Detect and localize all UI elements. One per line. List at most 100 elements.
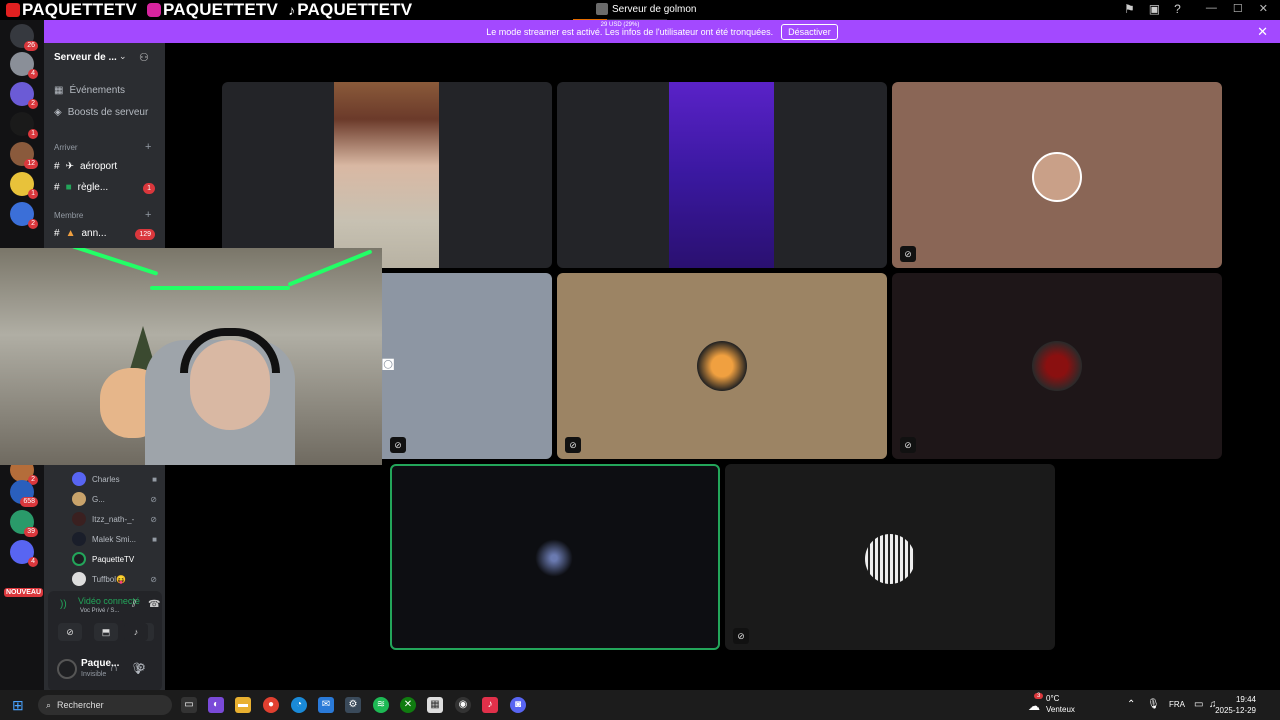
- avatar: [1032, 341, 1082, 391]
- server-icon[interactable]: 4: [10, 52, 38, 79]
- chevron-down-icon[interactable]: ⌄: [119, 51, 127, 62]
- mute-icon: ⊘: [565, 437, 581, 453]
- store-icon[interactable]: ▦: [427, 697, 443, 713]
- disable-streamer-mode-button[interactable]: Désactiver: [781, 23, 838, 40]
- server-icon[interactable]: 4: [10, 540, 38, 567]
- channel-item[interactable]: # ✈ aéroport: [54, 161, 117, 172]
- file-explorer-icon[interactable]: ▬: [235, 697, 251, 713]
- video-tile[interactable]: ⊘: [557, 273, 887, 459]
- voice-user[interactable]: Malek Smi... ■: [72, 532, 157, 546]
- video-tile[interactable]: ⊘: [892, 82, 1222, 268]
- clock[interactable]: 19:44 2025-12-29: [1215, 694, 1256, 716]
- mute-icon: ⊘: [150, 574, 157, 584]
- weather-icon[interactable]: ☁: [1028, 699, 1040, 713]
- streamer-mode-banner: Le mode streamer est activé. Les infos d…: [44, 20, 1280, 43]
- chrome-icon[interactable]: ●: [263, 697, 279, 713]
- signal-icon: )): [60, 599, 67, 610]
- invite-icon[interactable]: ⚇: [139, 51, 149, 64]
- voice-user[interactable]: Tuffbol😝 ⊘: [72, 572, 157, 586]
- server-icon[interactable]: 658: [10, 480, 38, 507]
- video-tile[interactable]: ⊘: [892, 273, 1222, 459]
- outlook-icon[interactable]: ✉: [318, 697, 334, 713]
- check-icon: ■: [65, 182, 72, 193]
- taskbar-search[interactable]: ⌕ Rechercher: [38, 695, 172, 715]
- disconnect-icon[interactable]: ☎: [148, 599, 160, 610]
- close-icon[interactable]: ✕: [1257, 24, 1268, 40]
- language-indicator[interactable]: FRA: [1169, 700, 1185, 709]
- megaphone-icon: ▲: [65, 228, 76, 239]
- server-icon: [596, 3, 608, 15]
- airplane-icon: ✈: [65, 161, 74, 172]
- voice-user[interactable]: Charles ■: [72, 472, 157, 486]
- close-icon[interactable]: ✕: [1259, 2, 1268, 15]
- channel-item[interactable]: # ▲ ann...: [54, 228, 107, 239]
- server-icon[interactable]: 1: [10, 172, 38, 199]
- channel-item[interactable]: # ■ règle...: [54, 182, 108, 193]
- voice-status[interactable]: Vidéo connecté: [78, 596, 140, 606]
- server-icon[interactable]: 26: [10, 24, 38, 51]
- server-icon[interactable]: 2: [10, 82, 38, 109]
- sidebar-item-boosts[interactable]: ◈ Boosts de serveur: [54, 107, 148, 118]
- add-channel-icon[interactable]: +: [145, 209, 151, 221]
- server-icon[interactable]: 39: [10, 510, 38, 537]
- window-title: Serveur de golmon: [596, 3, 697, 15]
- edge-icon[interactable]: ◔: [291, 697, 307, 713]
- server-icon[interactable]: 2: [10, 202, 38, 229]
- video-tile[interactable]: [222, 82, 552, 268]
- server-icon[interactable]: 12: [10, 142, 38, 169]
- sidebar-item-events[interactable]: ▦ Événements: [54, 85, 125, 96]
- category-member[interactable]: Membre: [54, 211, 83, 220]
- minimize-icon[interactable]: —: [1206, 2, 1217, 15]
- soundboard-button[interactable]: ♪: [124, 623, 148, 641]
- voice-channel[interactable]: Voc Privé / S...: [80, 608, 119, 614]
- spotify-icon[interactable]: ≋: [373, 697, 389, 713]
- server-icon[interactable]: 1: [10, 112, 38, 139]
- led-strip: [150, 286, 290, 290]
- participant-video: [334, 82, 439, 268]
- inbox-icon[interactable]: ⚑: [1124, 2, 1135, 16]
- weather-temp[interactable]: 0°C: [1046, 694, 1059, 703]
- video-tile-speaking[interactable]: [390, 464, 720, 650]
- banner-text: Le mode streamer est activé. Les infos d…: [486, 26, 774, 37]
- participant-video: [669, 82, 774, 268]
- weather-desc[interactable]: Venteux: [1046, 705, 1075, 714]
- task-view-icon[interactable]: ▭: [181, 697, 197, 713]
- xbox-icon[interactable]: ✕: [400, 697, 416, 713]
- mute-icon: ⊘: [390, 437, 406, 453]
- avatar: [72, 532, 86, 546]
- weather-badge: 3: [1034, 693, 1044, 699]
- mute-icon: ⊘: [900, 437, 916, 453]
- avatar[interactable]: [57, 659, 77, 679]
- video-tile[interactable]: [557, 82, 887, 268]
- video-tile[interactable]: ⊘: [725, 464, 1055, 650]
- copilot-icon[interactable]: ◐: [208, 697, 224, 713]
- network-icon[interactable]: ▭: [1194, 699, 1203, 710]
- noise-suppression-icon[interactable]: ⫽: [132, 599, 136, 610]
- voice-user[interactable]: Itzz_nath-_- ⊘: [72, 512, 157, 526]
- settings-icon[interactable]: ⚙: [345, 697, 361, 713]
- tiktok-icon[interactable]: ♪: [482, 697, 498, 713]
- category-arrival[interactable]: Arriver: [54, 143, 78, 152]
- avatar: [72, 512, 86, 526]
- instagram-handle: PAQUETTETV: [147, 0, 278, 20]
- unread-badge: 129: [135, 229, 155, 240]
- help-icon[interactable]: ?: [1174, 2, 1181, 16]
- headphones-icon[interactable]: ∩: [110, 662, 118, 674]
- avatar: [72, 472, 86, 486]
- screen-icon[interactable]: ▣: [1149, 2, 1160, 16]
- maximize-icon[interactable]: ☐: [1233, 2, 1243, 15]
- discord-icon[interactable]: ◙: [510, 697, 526, 713]
- video-tile[interactable]: ◙ ⊘: [382, 273, 552, 459]
- camera-off-button[interactable]: ⊘: [58, 623, 82, 641]
- add-channel-icon[interactable]: +: [145, 141, 151, 153]
- windows-start-icon[interactable]: ⊞: [12, 697, 28, 713]
- gear-icon[interactable]: ⚙: [136, 661, 146, 674]
- chevron-up-icon[interactable]: ⌃: [1127, 699, 1135, 710]
- screen-share-button[interactable]: ⬒: [94, 623, 118, 641]
- voice-user[interactable]: G... ⊘: [72, 492, 157, 506]
- obs-icon[interactable]: ◉: [455, 697, 471, 713]
- microphone-icon[interactable]: 🎙: [1147, 699, 1160, 710]
- server-name[interactable]: Serveur de ...: [54, 52, 117, 63]
- hash-icon: #: [54, 161, 60, 172]
- voice-user[interactable]: PaquetteTV: [72, 552, 157, 566]
